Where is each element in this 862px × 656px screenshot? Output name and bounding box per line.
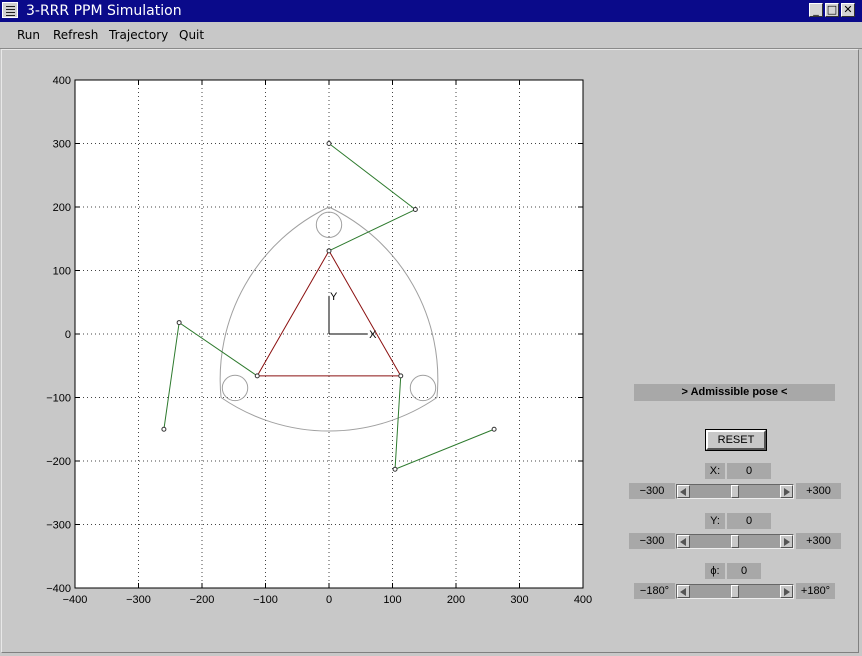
- base-joint: [326, 141, 332, 146]
- phi-min: −180°: [634, 583, 675, 599]
- frame-y-label: Y: [330, 291, 338, 303]
- y-label: Y:: [705, 513, 725, 529]
- y-value: 0: [727, 513, 771, 529]
- platform-joint: [398, 373, 404, 379]
- x-tick-label: −200: [190, 594, 215, 606]
- x-slider-left-arrow-icon[interactable]: [677, 485, 690, 498]
- reset-button[interactable]: RESET: [705, 429, 767, 451]
- x-slider-thumb[interactable]: [731, 485, 739, 498]
- y-min: −300: [629, 533, 675, 549]
- x-tick-label: 200: [447, 594, 465, 606]
- y-tick-label: 200: [53, 202, 71, 214]
- frame-x-label: X: [369, 329, 377, 341]
- y-slider-right-arrow-icon[interactable]: [780, 535, 793, 548]
- y-tick-label: 400: [53, 75, 71, 87]
- phi-slider-right-arrow-icon[interactable]: [780, 585, 793, 598]
- x-value: 0: [727, 463, 771, 479]
- y-tick-label: −100: [46, 393, 71, 405]
- phi-slider-left-arrow-icon[interactable]: [677, 585, 690, 598]
- y-slider-left-arrow-icon[interactable]: [677, 535, 690, 548]
- platform-joint: [254, 373, 260, 379]
- y-tick-label: −200: [46, 456, 71, 468]
- y-tick-label: 100: [53, 266, 71, 278]
- x-tick-label: −100: [253, 594, 278, 606]
- base-joint: [161, 426, 167, 432]
- x-slider[interactable]: [676, 484, 794, 499]
- status-indicator: > Admissible pose <: [634, 384, 835, 401]
- y-tick-label: 300: [53, 139, 71, 151]
- x-tick-label: 0: [326, 594, 332, 606]
- y-tick-label: 0: [65, 329, 71, 341]
- elbow-joint: [176, 320, 182, 326]
- x-max: +300: [796, 483, 841, 499]
- platform-joint: [326, 248, 332, 254]
- x-tick-label: 100: [383, 594, 401, 606]
- phi-slider[interactable]: [676, 584, 794, 599]
- elbow-joint: [392, 466, 398, 472]
- x-tick-label: 300: [510, 594, 528, 606]
- elbow-joint: [412, 207, 418, 213]
- phi-value: 0: [727, 563, 761, 579]
- x-label: X:: [705, 463, 725, 479]
- x-tick-label: −400: [63, 594, 88, 606]
- phi-label: ϕ:: [705, 563, 725, 579]
- y-tick-label: −400: [46, 583, 71, 595]
- x-slider-right-arrow-icon[interactable]: [780, 485, 793, 498]
- x-min: −300: [629, 483, 675, 499]
- y-tick-label: −300: [46, 520, 71, 532]
- x-tick-label: −300: [126, 594, 151, 606]
- y-slider[interactable]: [676, 534, 794, 549]
- x-tick-label: 400: [574, 594, 592, 606]
- workspace-plot: −400 −300 −200 −100 0 100 200 300 400 −400 −300 −20…: [46, 75, 592, 606]
- base-joint: [491, 426, 497, 432]
- y-slider-thumb[interactable]: [731, 535, 739, 548]
- phi-max: +180°: [796, 583, 835, 599]
- y-max: +300: [796, 533, 841, 549]
- phi-slider-thumb[interactable]: [731, 585, 739, 598]
